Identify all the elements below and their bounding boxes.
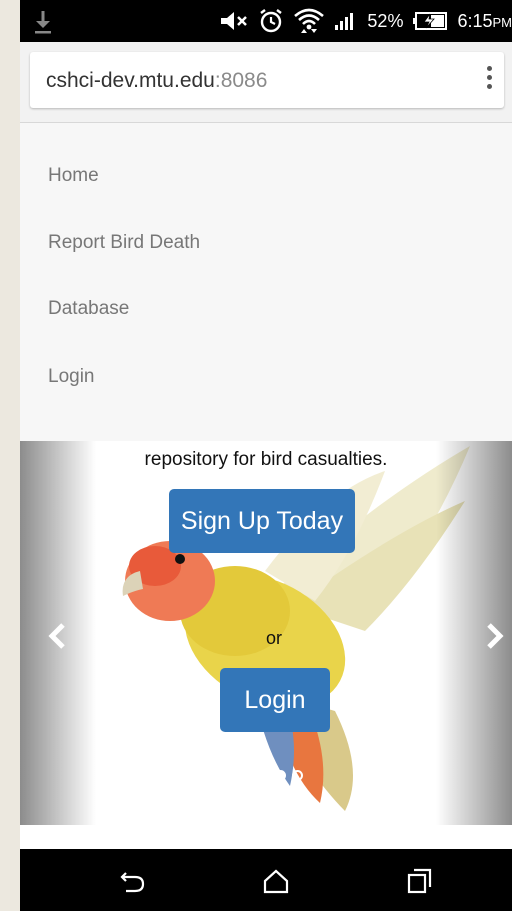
nav-item-report-bird-death[interactable]: Report Bird Death <box>48 232 200 254</box>
chevron-left-icon[interactable] <box>46 621 70 651</box>
hero-carousel: repository for bird casualties. Sign Up … <box>20 441 512 825</box>
android-nav-bar <box>20 849 512 911</box>
home-icon[interactable] <box>261 867 291 895</box>
page-below-carousel <box>20 825 512 849</box>
volume-muted-icon <box>221 12 248 30</box>
carousel-tagline: repository for bird casualties. <box>144 449 388 470</box>
browser-toolbar: cshci-dev.mtu.edu:8086 <box>20 42 512 123</box>
nav-item-home[interactable]: Home <box>48 165 99 187</box>
back-icon[interactable] <box>118 867 148 895</box>
login-button[interactable]: Login <box>220 668 330 732</box>
status-time: 6:15PM <box>457 10 512 31</box>
nav-item-login[interactable]: Login <box>48 366 95 388</box>
overflow-menu-icon[interactable] <box>486 66 494 94</box>
sign-up-button[interactable]: Sign Up Today <box>169 489 355 553</box>
signal-icon <box>335 13 354 30</box>
url-text[interactable]: cshci-dev.mtu.edu:8086 <box>46 69 267 93</box>
battery-charging-icon <box>413 12 448 30</box>
chevron-right-icon[interactable] <box>482 621 506 651</box>
alarm-icon <box>260 9 283 33</box>
or-text: or <box>266 628 283 648</box>
battery-percent: 52% <box>367 10 404 31</box>
phone-screen: 52% 6:15PM cshci-dev.mtu.edu:8086 Home R… <box>20 0 512 911</box>
wifi-icon <box>294 8 325 33</box>
download-icon <box>35 11 51 34</box>
carousel-indicator[interactable] <box>258 770 269 781</box>
site-nav: Home Report Bird Death Database Login <box>20 123 512 441</box>
carousel-indicators <box>258 770 303 781</box>
status-bar: 52% 6:15PM <box>20 0 512 42</box>
carousel-indicator[interactable] <box>292 770 303 781</box>
address-bar[interactable]: cshci-dev.mtu.edu:8086 <box>30 52 504 108</box>
carousel-indicator[interactable] <box>275 770 286 781</box>
nav-item-database[interactable]: Database <box>48 298 129 320</box>
recent-apps-icon[interactable] <box>404 867 434 895</box>
